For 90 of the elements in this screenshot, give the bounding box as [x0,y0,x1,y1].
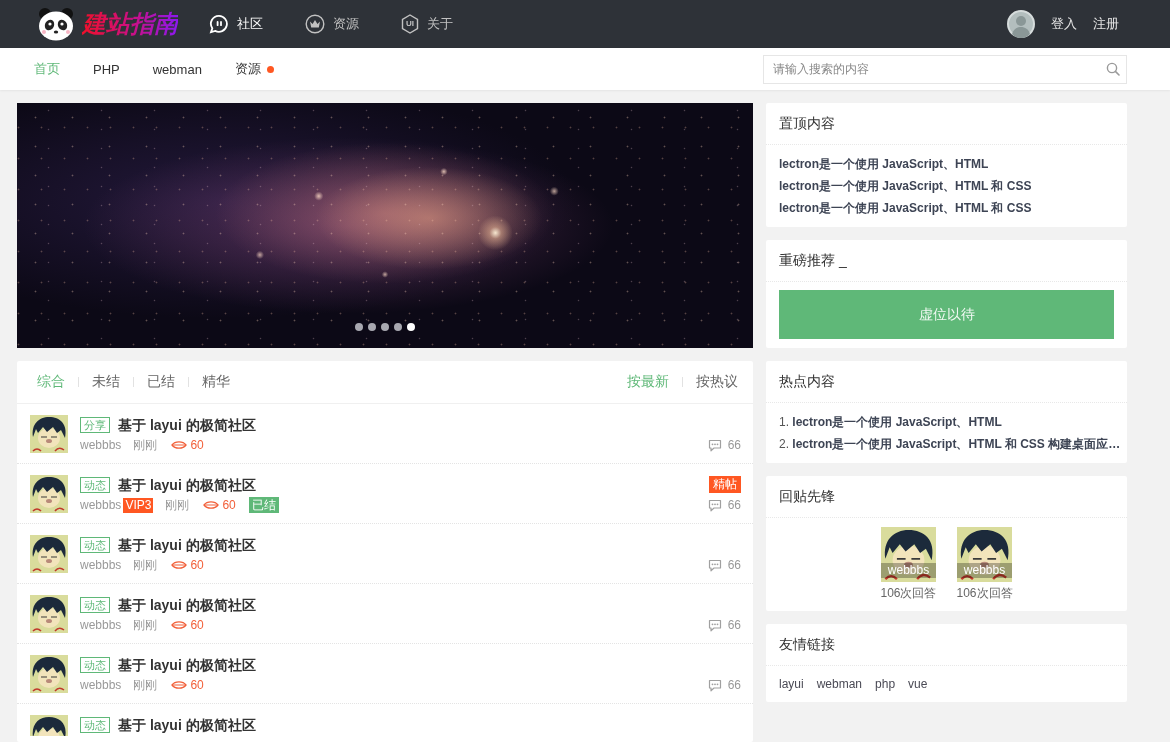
avatar-icon[interactable] [957,527,1012,582]
lips-icon [171,560,188,570]
nav-link[interactable]: webman [152,61,202,77]
post-title-link[interactable]: 基于 layui 的极简社区 [118,595,256,615]
comment-icon [707,558,722,572]
friend-link[interactable]: layui [779,674,804,694]
comment-icon [707,618,722,632]
avatar-icon[interactable] [30,415,68,453]
pinned-post-link[interactable]: lectron是一个使用 JavaScript、HTML [779,153,989,175]
hot-post-link[interactable]: 1. lectron是一个使用 JavaScript、HTML [779,411,1002,433]
nav-link[interactable]: 资源 [234,60,274,78]
comment-icon [707,498,722,512]
lips-icon [171,620,188,630]
crown-icon [305,14,325,34]
comment-icon [707,678,722,692]
filter-tab[interactable]: 已结 [147,373,175,391]
nav-link[interactable]: PHP [93,61,120,77]
view-count: 60 [190,618,204,632]
card-title: 回贴先锋 [779,487,835,506]
post-title-link[interactable]: 基于 layui 的极简社区 [118,475,256,495]
pinned-post-link[interactable]: lectron是一个使用 JavaScript、HTML 和 CSS [779,175,1032,197]
post-time: 刚刚 [133,676,158,694]
category-tag: 分享 [80,417,110,433]
friend-link[interactable]: webman [816,674,863,694]
comment-count: 66 [727,437,741,453]
avatar-icon[interactable] [30,475,68,513]
slide-dot-icon[interactable] [394,323,402,331]
post-time: 刚刚 [165,496,190,514]
avatar-username: webbbs [957,563,1012,578]
reply-count: 106次回答 [880,585,937,601]
search-icon[interactable] [1106,61,1120,76]
comment-count: 66 [727,677,741,693]
category-tag: 动态 [80,537,110,553]
panda-logo-icon[interactable] [38,7,74,41]
nav-link[interactable]: UI 关于 [401,14,453,34]
post-title-link[interactable]: 基于 layui 的极简社区 [118,535,256,555]
featured-badge: 精帖 [709,476,741,493]
filter-tab[interactable]: 未结 [92,373,120,391]
lips-icon [203,500,220,510]
friend-link[interactable]: php [875,674,896,694]
avatar-username: webbbs [881,563,936,578]
avatar-icon[interactable] [30,535,68,573]
card-title: 热点内容 [779,372,835,391]
vip-badge: VIP3 [123,497,154,513]
comment-count: 66 [727,557,741,573]
filter-tab[interactable]: 精华 [202,373,230,391]
post-title-link[interactable]: 基于 layui 的极简社区 [118,415,256,435]
lips-icon [171,680,188,690]
comment-icon [707,438,722,452]
card-title: 重磅推荐 _ [779,251,847,270]
comment-count: 66 [727,497,741,513]
slide-dot-icon[interactable] [368,323,376,331]
post-time: 刚刚 [133,436,158,454]
search-field[interactable]: 请输入搜索的内容 [763,54,1127,84]
category-tag: 动态 [80,597,110,613]
register-link[interactable]: 注册 [1093,15,1119,33]
reply-count: 106次回答 [956,585,1013,601]
post-time: 刚刚 [133,556,158,574]
slide-dot-icon[interactable] [355,323,363,331]
hot-post-link[interactable]: 2. lectron是一个使用 JavaScript、HTML 和 CSS 构建桌面应… [779,433,1121,455]
post-title-link[interactable]: 基于 layui 的极简社区 [118,715,256,735]
sort-tab[interactable]: 按热议 [696,373,738,391]
nav-link[interactable]: 资源 [305,14,359,34]
category-tag: 动态 [80,717,110,733]
nav-link[interactable]: 社区 [209,14,263,34]
friend-link[interactable]: vue [908,674,928,694]
view-count: 60 [222,498,236,512]
login-link[interactable]: 登入 [1051,15,1077,33]
view-count: 60 [190,678,204,692]
avatar-icon[interactable] [30,595,68,633]
avatar-icon[interactable] [30,655,68,693]
user-avatar-icon[interactable] [1007,10,1035,38]
chat-bubble-icon [209,14,229,34]
avatar-icon[interactable] [881,527,936,582]
lips-icon [171,440,188,450]
avatar-icon[interactable] [30,715,68,736]
category-tag: 动态 [80,657,110,673]
card-title: 友情链接 [779,635,835,654]
view-count: 60 [190,438,204,452]
slide-dot-icon[interactable] [381,323,389,331]
pinned-post-link[interactable]: lectron是一个使用 JavaScript、HTML 和 CSS [779,197,1032,219]
comment-count: 66 [727,617,741,633]
post-title-link[interactable]: 基于 layui 的极简社区 [118,655,256,675]
card-title: 置顶内容 [779,114,835,133]
category-tag: 动态 [80,477,110,493]
hexagon-logo-badge: UI [401,14,419,34]
slide-dot-icon[interactable] [407,323,415,331]
status-badge: 已结 [248,497,279,513]
post-time: 刚刚 [133,616,158,634]
view-count: 60 [190,558,204,572]
